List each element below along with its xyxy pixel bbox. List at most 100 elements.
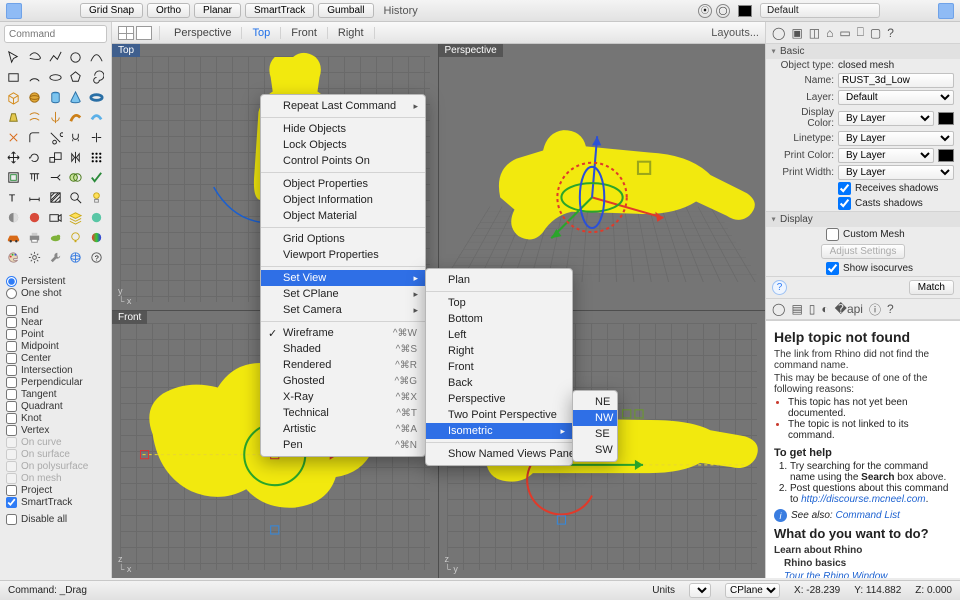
sphere-icon[interactable] xyxy=(25,88,44,107)
help-link-discourse[interactable]: http://discourse.mcneel.com xyxy=(801,494,926,505)
curve-icon[interactable] xyxy=(87,48,106,67)
props-help-icon[interactable]: ? xyxy=(887,26,894,40)
polyline-icon[interactable] xyxy=(46,48,65,67)
move-icon[interactable] xyxy=(4,148,23,167)
osnap-tangent[interactable]: Tangent xyxy=(6,389,105,400)
cylinder-icon[interactable] xyxy=(46,88,65,107)
sweep-icon[interactable] xyxy=(66,108,85,127)
context-menu-iso[interactable]: NE NW SE SW xyxy=(572,390,618,462)
osnap-oneshot[interactable]: One shot xyxy=(6,288,105,299)
status-units-select[interactable] xyxy=(689,583,711,598)
h-mat-icon[interactable]: ◐ xyxy=(821,302,828,316)
ctx-objprops[interactable]: Object Properties xyxy=(261,176,425,192)
osnap-project[interactable]: Project xyxy=(6,485,105,496)
osnap-quadrant[interactable]: Quadrant xyxy=(6,401,105,412)
ctx-wireframe[interactable]: Wireframe^⌘W xyxy=(261,325,425,341)
chk-custommesh[interactable] xyxy=(826,228,839,241)
ctx-cpoints[interactable]: Control Points On xyxy=(261,153,425,169)
ellipse-icon[interactable] xyxy=(46,68,65,87)
props-light-icon[interactable]: ▭ xyxy=(839,26,850,40)
material-icon[interactable] xyxy=(87,208,106,227)
sv-perspective[interactable]: Perspective xyxy=(426,391,572,407)
layers-icon[interactable] xyxy=(66,208,85,227)
iso-se[interactable]: SE xyxy=(573,426,617,442)
tab-front[interactable]: Front xyxy=(281,27,328,39)
input-name[interactable] xyxy=(838,73,954,88)
mirror-icon[interactable] xyxy=(66,148,85,167)
check-icon[interactable] xyxy=(87,168,106,187)
ctx-objinfo[interactable]: Object Information xyxy=(261,192,425,208)
ctx-gridopts[interactable]: Grid Options xyxy=(261,231,425,247)
osnap-midpoint[interactable]: Midpoint xyxy=(6,341,105,352)
gear-icon[interactable] xyxy=(25,248,44,267)
boolean-icon[interactable] xyxy=(66,168,85,187)
viewport-label-perspective[interactable]: Perspective xyxy=(439,44,503,57)
tab-right[interactable]: Right xyxy=(328,27,375,39)
props-detail-icon[interactable]: ▢ xyxy=(870,26,881,40)
sv-bottom[interactable]: Bottom xyxy=(426,311,572,327)
viewport-label-front[interactable]: Front xyxy=(112,311,147,324)
print-icon[interactable] xyxy=(25,228,44,247)
render-icon[interactable] xyxy=(25,208,44,227)
text-icon[interactable]: T xyxy=(4,188,23,207)
chk-isocurves[interactable] xyxy=(826,262,839,275)
ortho-button[interactable]: Ortho xyxy=(147,3,190,18)
active-layer-swatch[interactable] xyxy=(738,5,752,17)
box-icon[interactable] xyxy=(4,88,23,107)
split-icon[interactable] xyxy=(87,128,106,147)
osnap-knot[interactable]: Knot xyxy=(6,413,105,424)
stop-icon[interactable]: ◯ xyxy=(716,4,730,18)
four-view-icon[interactable] xyxy=(118,26,134,40)
ctx-ghosted[interactable]: Ghosted^⌘G xyxy=(261,373,425,389)
props-obj-icon[interactable]: ◯ xyxy=(772,26,785,40)
h-layers-icon[interactable]: ▤ xyxy=(791,302,802,316)
record-icon[interactable]: ⦿ xyxy=(698,4,712,18)
sv-twopoint[interactable]: Two Point Perspective xyxy=(426,407,572,423)
array-icon[interactable] xyxy=(87,148,106,167)
torus-icon[interactable] xyxy=(87,88,106,107)
circle-icon[interactable] xyxy=(66,48,85,67)
chk-recv-shadows[interactable] xyxy=(838,182,851,195)
props-tex-icon[interactable]: ◫ xyxy=(809,26,820,40)
fillet-icon[interactable] xyxy=(25,128,44,147)
select-linetype[interactable]: By Layer xyxy=(838,131,954,146)
gumball-button[interactable]: Gumball xyxy=(318,3,373,18)
tab-perspective[interactable]: Perspective xyxy=(164,27,242,39)
chk-cast-shadows[interactable] xyxy=(838,197,851,210)
h-help2-icon[interactable]: ? xyxy=(887,302,894,316)
props-mat-icon[interactable]: ▣ xyxy=(791,26,802,40)
sv-front[interactable]: Front xyxy=(426,359,572,375)
panel-basic-header[interactable]: Basic xyxy=(766,44,960,59)
props-dim-icon[interactable]: ⎕ xyxy=(857,25,864,40)
osnap-persistent[interactable]: Persistent xyxy=(6,276,105,287)
extend-icon[interactable] xyxy=(46,168,65,187)
select-layer[interactable]: Default xyxy=(838,90,954,105)
palette-icon[interactable] xyxy=(4,248,23,267)
sv-top[interactable]: Top xyxy=(426,295,572,311)
ctx-rendered[interactable]: Rendered^⌘R xyxy=(261,357,425,373)
shade-icon[interactable] xyxy=(4,208,23,227)
pointer-icon[interactable] xyxy=(4,48,23,67)
ctx-shaded[interactable]: Shaded^⌘S xyxy=(261,341,425,357)
history-label[interactable]: History xyxy=(384,5,418,17)
ctx-setcplane[interactable]: Set CPlane xyxy=(261,286,425,302)
ctx-vpprops[interactable]: Viewport Properties xyxy=(261,247,425,263)
gradient-icon[interactable] xyxy=(87,228,106,247)
osnap-intersection[interactable]: Intersection xyxy=(6,365,105,376)
trim-icon[interactable] xyxy=(46,128,65,147)
ctx-hide[interactable]: Hide Objects xyxy=(261,121,425,137)
osnap-smarttrack[interactable]: SmartTrack xyxy=(6,497,105,508)
bulb-icon[interactable] xyxy=(66,228,85,247)
ctx-lock[interactable]: Lock Objects xyxy=(261,137,425,153)
swatch-dispcolor[interactable] xyxy=(938,112,954,125)
select-dispcolor[interactable]: By Layer xyxy=(838,111,934,126)
offset-icon[interactable] xyxy=(4,168,23,187)
wrench-icon[interactable] xyxy=(46,248,65,267)
h-doc-icon[interactable]: ▯ xyxy=(809,302,816,316)
status-cplane-select[interactable]: CPlane xyxy=(725,583,780,598)
window-control-icon[interactable] xyxy=(6,3,22,19)
osnap-near[interactable]: Near xyxy=(6,317,105,328)
h-info-icon[interactable]: ⓘ xyxy=(869,301,881,318)
viewport-label-top[interactable]: Top xyxy=(112,44,140,57)
join-icon[interactable] xyxy=(66,128,85,147)
